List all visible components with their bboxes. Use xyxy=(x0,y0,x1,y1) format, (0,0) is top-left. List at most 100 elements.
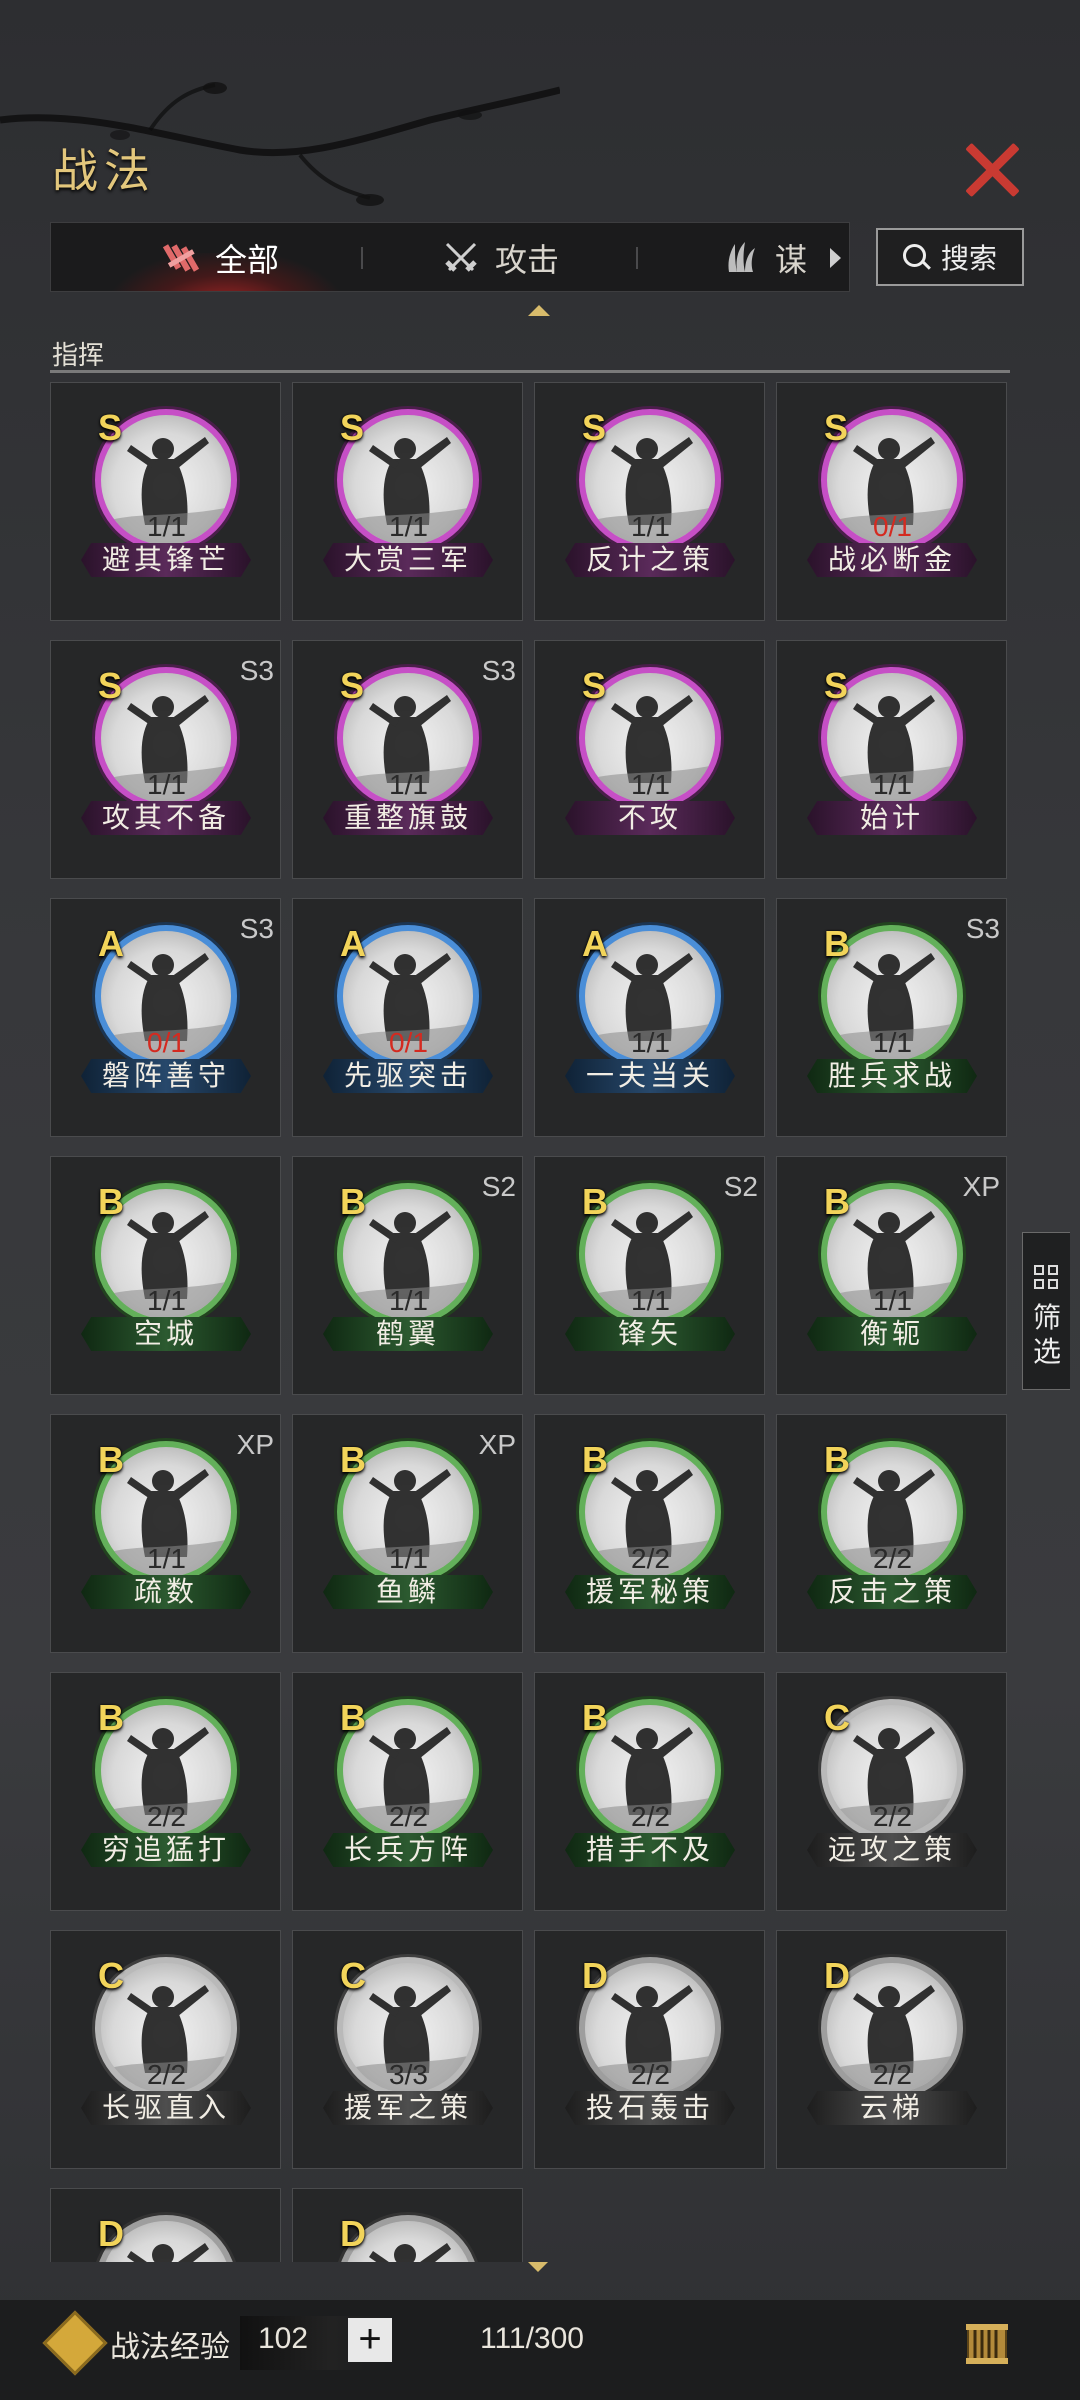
skill-count: 1/1 xyxy=(147,511,186,542)
skill-count: 1/1 xyxy=(389,769,428,800)
scroll-right-arrow-icon[interactable] xyxy=(830,248,841,268)
grade-letter: C xyxy=(340,1955,366,1996)
skill-card[interactable]: S 0/1 战必断金 xyxy=(776,382,1007,621)
skill-card[interactable]: B 2/2 长兵方阵 xyxy=(292,1672,523,1911)
tab-attack[interactable]: 攻击 xyxy=(441,223,559,291)
skill-count: 1/1 xyxy=(873,769,912,800)
skill-card[interactable]: B 1/1 空城 xyxy=(50,1156,281,1395)
season-badge: XP xyxy=(236,1429,274,1460)
skill-card[interactable]: S 1/1 不攻 xyxy=(534,640,765,879)
skill-card[interactable]: B 2/2 援军秘策 xyxy=(534,1414,765,1653)
skill-name: 空城 xyxy=(81,1317,251,1351)
skill-card[interactable]: B 2/2 措手不及 xyxy=(534,1672,765,1911)
skill-count: 2/2 xyxy=(147,1801,186,1832)
skill-card[interactable]: D 2/2 云梯 xyxy=(776,1930,1007,2169)
skill-card[interactable]: C 3/3 援军之策 xyxy=(292,1930,523,2169)
grade-letter: B xyxy=(824,1181,850,1222)
tab-all-label: 全部 xyxy=(215,241,280,279)
skill-count: 2/2 xyxy=(631,1801,670,1832)
skill-card[interactable]: B S2 1/1 鹤翼 xyxy=(292,1156,523,1395)
skill-card[interactable]: B 2/2 反击之策 xyxy=(776,1414,1007,1653)
skill-count: 1/1 xyxy=(389,511,428,542)
tab-strategy-label: 谋 xyxy=(775,241,808,279)
skill-count: 1/1 xyxy=(389,1543,428,1574)
scroll-bundle-icon[interactable] xyxy=(960,2316,1014,2370)
skill-card[interactable]: S S3 1/1 攻其不备 xyxy=(50,640,281,879)
section-divider xyxy=(50,370,1010,373)
skill-card[interactable]: A S3 0/1 磐阵善守 xyxy=(50,898,281,1137)
scroll-down-caret-icon xyxy=(528,2262,548,2272)
skill-name: 鹤翼 xyxy=(323,1317,493,1351)
skill-count: 3/3 xyxy=(389,2059,428,2090)
skill-name: 一夫当关 xyxy=(565,1059,735,1093)
grade-letter: S xyxy=(98,407,123,448)
skill-name: 疏数 xyxy=(81,1575,251,1609)
crossed-swords-icon xyxy=(445,242,477,272)
skill-name: 战必断金 xyxy=(807,543,977,577)
tab-strategy[interactable]: 谋 xyxy=(721,223,808,291)
season-badge: XP xyxy=(962,1171,1000,1202)
skill-name: 攻其不备 xyxy=(81,801,251,835)
skill-card[interactable]: S 1/1 反计之策 xyxy=(534,382,765,621)
filter-button[interactable]: 筛选 xyxy=(1022,1232,1070,1390)
tab-all[interactable]: 全部 xyxy=(161,223,280,291)
xp-value: 102 xyxy=(258,2322,309,2355)
grade-letter: D xyxy=(824,1955,850,1996)
skill-count: 0/1 xyxy=(873,511,912,542)
skill-count: 0/1 xyxy=(389,1027,428,1058)
skill-name: 援军之策 xyxy=(323,2091,493,2125)
skill-name: 胜兵求战 xyxy=(807,1059,977,1093)
skill-count: 2/2 xyxy=(631,2059,670,2090)
skill-count: 2/2 xyxy=(389,1801,428,1832)
skill-card[interactable]: B XP 1/1 衡轭 xyxy=(776,1156,1007,1395)
skill-name: 磐阵善守 xyxy=(81,1059,251,1093)
season-badge: S2 xyxy=(481,1171,516,1202)
grade-letter: S xyxy=(824,407,849,448)
grade-letter: S xyxy=(98,665,123,706)
skill-card[interactable]: B 2/2 穷追猛打 xyxy=(50,1672,281,1911)
skill-card[interactable]: D xyxy=(292,2188,523,2262)
skill-card[interactable]: B S2 1/1 锋矢 xyxy=(534,1156,765,1395)
skill-card[interactable]: A 0/1 先驱突击 xyxy=(292,898,523,1137)
skill-card[interactable]: B XP 1/1 鱼鳞 xyxy=(292,1414,523,1653)
skill-card[interactable]: D xyxy=(50,2188,281,2262)
grid-filter-icon xyxy=(1034,1265,1060,1291)
skill-count: 2/2 xyxy=(631,1543,670,1574)
close-icon[interactable] xyxy=(962,140,1022,200)
skill-card[interactable]: C 2/2 远攻之策 xyxy=(776,1672,1007,1911)
skill-name: 长驱直入 xyxy=(81,2091,251,2125)
add-xp-button[interactable]: + xyxy=(348,2318,392,2362)
skill-card[interactable]: B S3 1/1 胜兵求战 xyxy=(776,898,1007,1137)
skill-count: 0/1 xyxy=(147,1027,186,1058)
skill-card[interactable]: A 1/1 一夫当关 xyxy=(534,898,765,1137)
grade-letter: B xyxy=(340,1697,366,1738)
skill-count: 1/1 xyxy=(631,769,670,800)
skill-name: 重整旗鼓 xyxy=(323,801,493,835)
skill-card[interactable]: S 1/1 避其锋芒 xyxy=(50,382,281,621)
skill-card[interactable]: S 1/1 始计 xyxy=(776,640,1007,879)
skill-grid: S 1/1 避其锋芒 S 1/1 大赏三军 S 1/1 反计之策 S 0/1 战必断金 S S3 1/1 攻其… xyxy=(50,382,1014,2262)
skill-name: 锋矢 xyxy=(565,1317,735,1351)
skill-name: 长兵方阵 xyxy=(323,1833,493,1867)
grade-letter: S xyxy=(340,407,365,448)
skill-card[interactable]: S S3 1/1 重整旗鼓 xyxy=(292,640,523,879)
skill-name: 反计之策 xyxy=(565,543,735,577)
skill-count: 2/2 xyxy=(147,2059,186,2090)
grade-letter: A xyxy=(340,923,366,964)
skill-card[interactable]: C 2/2 长驱直入 xyxy=(50,1930,281,2169)
skill-card[interactable]: D 2/2 投石轰击 xyxy=(534,1930,765,2169)
section-title: 指挥 xyxy=(52,341,105,371)
grade-letter: S xyxy=(824,665,849,706)
skill-name: 鱼鳞 xyxy=(323,1575,493,1609)
skill-card[interactable]: S 1/1 大赏三军 xyxy=(292,382,523,621)
skill-name: 穷追猛打 xyxy=(81,1833,251,1867)
skill-count: 2/2 xyxy=(873,1543,912,1574)
skill-count: 1/1 xyxy=(631,511,670,542)
grade-letter: D xyxy=(98,2213,124,2254)
xp-label: 战法经验 xyxy=(110,2330,230,2365)
skill-card[interactable]: B XP 1/1 疏数 xyxy=(50,1414,281,1653)
skill-count: 1/1 xyxy=(147,1285,186,1316)
search-button[interactable]: 搜索 xyxy=(876,228,1024,286)
grade-letter: B xyxy=(582,1697,608,1738)
skill-name: 远攻之策 xyxy=(807,1833,977,1867)
